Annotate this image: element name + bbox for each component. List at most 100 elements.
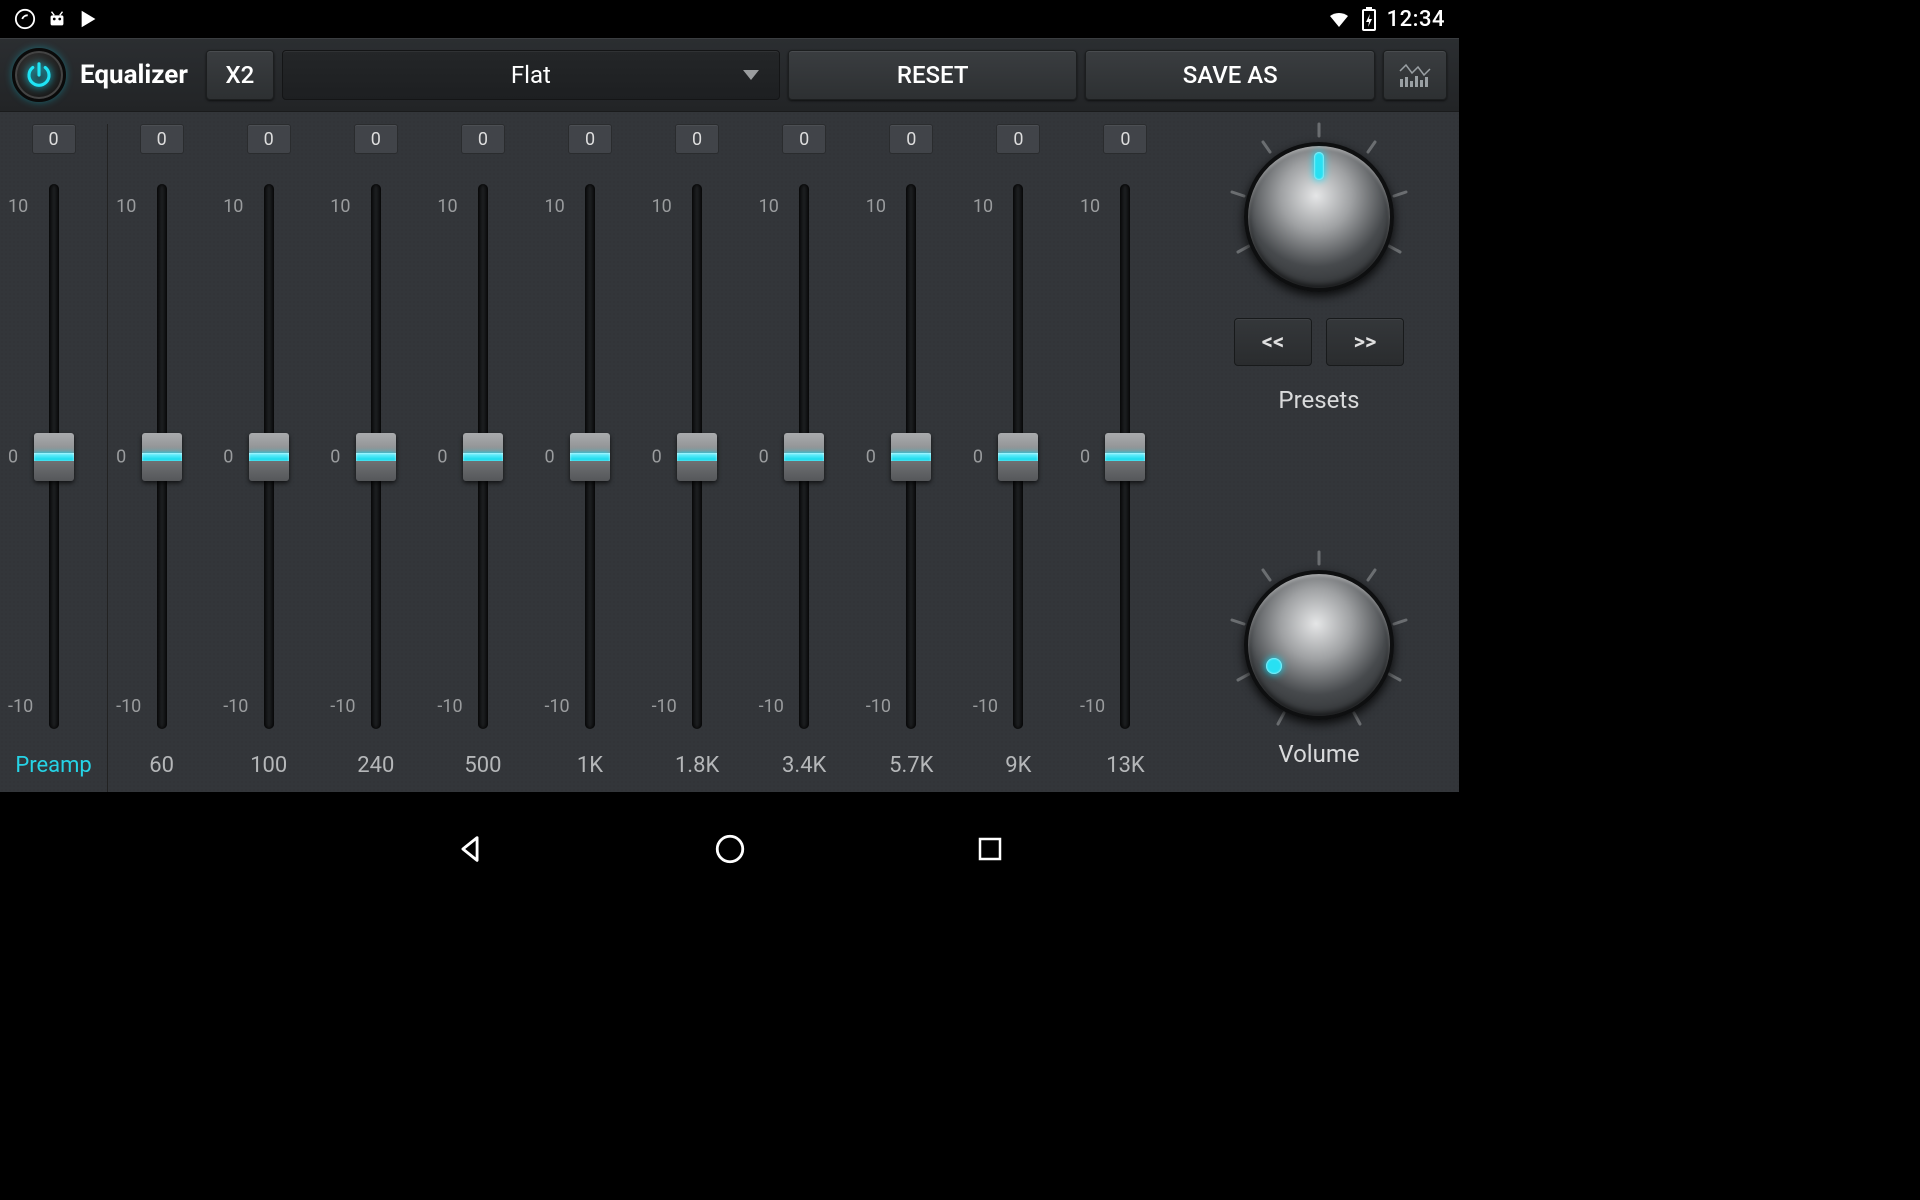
- band-slider-3-4k: 0 10 0 -10 3.4K: [751, 124, 858, 792]
- scale-min: -10: [116, 696, 141, 717]
- reset-button[interactable]: RESET: [788, 50, 1078, 100]
- band-thumb[interactable]: [142, 433, 182, 481]
- visualizer-button[interactable]: [1383, 50, 1447, 100]
- band-track[interactable]: 10 0 -10: [429, 170, 536, 743]
- status-left: [14, 8, 100, 30]
- preset-selected-label: Flat: [511, 61, 551, 89]
- band-thumb[interactable]: [891, 433, 931, 481]
- band-track[interactable]: 10 0 -10: [751, 170, 858, 743]
- volume-knob[interactable]: [1244, 570, 1394, 720]
- band-thumb[interactable]: [784, 433, 824, 481]
- knob-marker-icon: [1266, 658, 1282, 674]
- presets-label: Presets: [1278, 386, 1359, 414]
- status-right: 12:34: [1327, 7, 1445, 32]
- preset-prev-button[interactable]: <<: [1234, 318, 1312, 366]
- scale-min: -10: [330, 696, 355, 717]
- scale-mid: 0: [866, 446, 876, 467]
- preset-nav: << >>: [1234, 318, 1404, 366]
- band-slider-60: 0 10 0 -10 60: [108, 124, 215, 792]
- scale-max: 10: [652, 196, 672, 217]
- band-thumb[interactable]: [356, 433, 396, 481]
- band-freq-label: 5.7K: [889, 753, 933, 778]
- band-slider-1-8k: 0 10 0 -10 1.8K: [644, 124, 751, 792]
- scale-mid: 0: [330, 446, 340, 467]
- band-track[interactable]: 10 0 -10: [965, 170, 1072, 743]
- band-value-box[interactable]: 0: [247, 124, 291, 154]
- band-slider-100: 0 10 0 -10 100: [215, 124, 322, 792]
- band-track[interactable]: 10 0 -10: [858, 170, 965, 743]
- band-value-box[interactable]: 0: [889, 124, 933, 154]
- scale-min: -10: [1080, 696, 1105, 717]
- app-toolbar: Equalizer X2 Flat RESET SAVE AS: [0, 38, 1459, 112]
- band-thumb[interactable]: [570, 433, 610, 481]
- band-thumb[interactable]: [249, 433, 289, 481]
- scale-max: 10: [437, 196, 457, 217]
- equalizer-main: 0 10 0 -10 Preamp 0 10 0 -10 60 0: [0, 112, 1459, 792]
- knob-marker-icon: [1314, 152, 1324, 180]
- band-value-box[interactable]: 0: [140, 124, 184, 154]
- band-freq-label: 9K: [1005, 753, 1031, 778]
- band-track[interactable]: 10 0 -10: [1072, 170, 1179, 743]
- scale-min: -10: [8, 696, 33, 717]
- battery-charging-icon: [1361, 7, 1377, 31]
- android-head-icon: [46, 8, 68, 30]
- band-value-box[interactable]: 0: [996, 124, 1040, 154]
- preset-next-button[interactable]: >>: [1326, 318, 1404, 366]
- band-freq-label: 240: [357, 753, 394, 778]
- band-value-box[interactable]: 0: [354, 124, 398, 154]
- band-value-box[interactable]: 0: [568, 124, 612, 154]
- band-thumb[interactable]: [677, 433, 717, 481]
- scale-mid: 0: [1080, 446, 1090, 467]
- scale-max: 10: [544, 196, 564, 217]
- nav-home-button[interactable]: [710, 829, 750, 869]
- preamp-thumb[interactable]: [34, 433, 74, 481]
- power-toggle-button[interactable]: [12, 48, 66, 102]
- preamp-value-box[interactable]: 0: [32, 124, 76, 154]
- band-thumb[interactable]: [1105, 433, 1145, 481]
- save-as-button[interactable]: SAVE AS: [1085, 50, 1375, 100]
- band-track[interactable]: 10 0 -10: [322, 170, 429, 743]
- band-value-box[interactable]: 0: [461, 124, 505, 154]
- scale-mid: 0: [652, 446, 662, 467]
- scale-max: 10: [223, 196, 243, 217]
- band-track[interactable]: 10 0 -10: [644, 170, 751, 743]
- band-value-box[interactable]: 0: [675, 124, 719, 154]
- sliders-area: 0 10 0 -10 Preamp 0 10 0 -10 60 0: [0, 112, 1179, 792]
- band-track[interactable]: 10 0 -10: [536, 170, 643, 743]
- preamp-label: Preamp: [15, 753, 91, 778]
- scale-max: 10: [759, 196, 779, 217]
- scale-max: 10: [116, 196, 136, 217]
- scale-mid: 0: [223, 446, 233, 467]
- band-freq-label: 1K: [577, 753, 603, 778]
- band-freq-label: 100: [250, 753, 287, 778]
- nav-recent-button[interactable]: [970, 829, 1010, 869]
- scale-mid: 0: [544, 446, 554, 467]
- band-slider-500: 0 10 0 -10 500: [429, 124, 536, 792]
- scale-min: -10: [759, 696, 784, 717]
- band-thumb[interactable]: [463, 433, 503, 481]
- preamp-track[interactable]: 10 0 -10: [0, 170, 107, 743]
- scale-min: -10: [544, 696, 569, 717]
- app-notification-icon: [14, 8, 36, 30]
- band-slider-9k: 0 10 0 -10 9K: [965, 124, 1072, 792]
- band-value-box[interactable]: 0: [1103, 124, 1147, 154]
- android-status-bar: 12:34: [0, 0, 1459, 38]
- scale-mid: 0: [437, 446, 447, 467]
- band-value-box[interactable]: 0: [782, 124, 826, 154]
- preset-dropdown[interactable]: Flat: [282, 50, 780, 100]
- scale-min: -10: [437, 696, 462, 717]
- band-track[interactable]: 10 0 -10: [108, 170, 215, 743]
- volume-label: Volume: [1278, 740, 1359, 768]
- scale-min: -10: [973, 696, 998, 717]
- band-freq-label: 1.8K: [675, 753, 719, 778]
- presets-knob[interactable]: [1244, 142, 1394, 292]
- band-freq-label: 13K: [1106, 753, 1145, 778]
- band-track[interactable]: 10 0 -10: [215, 170, 322, 743]
- wifi-icon: [1327, 7, 1351, 31]
- scale-min: -10: [652, 696, 677, 717]
- band-thumb[interactable]: [998, 433, 1038, 481]
- play-store-icon: [78, 8, 100, 30]
- scale-max: 10: [1080, 196, 1100, 217]
- nav-back-button[interactable]: [450, 829, 490, 869]
- x2-button[interactable]: X2: [206, 50, 274, 100]
